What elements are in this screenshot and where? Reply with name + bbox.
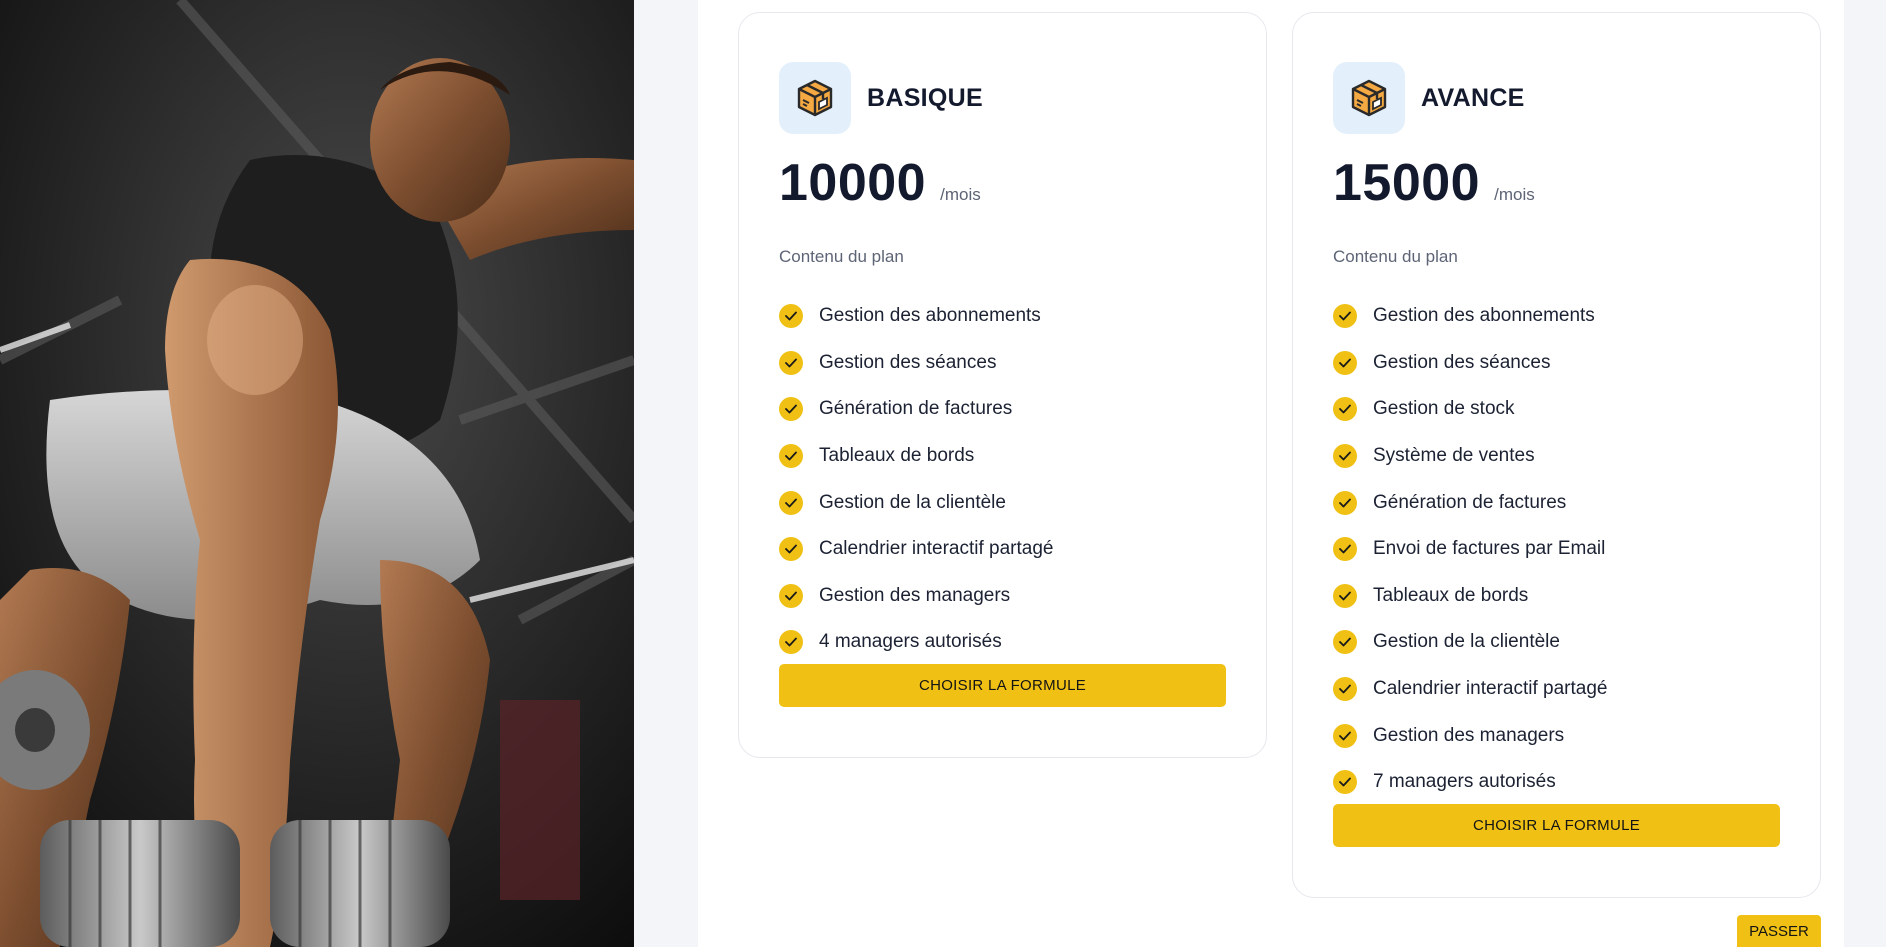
feature-text: Système de ventes <box>1373 445 1535 467</box>
check-icon <box>1333 630 1357 655</box>
plan-header: BASIQUE <box>779 62 983 134</box>
plan-price-row: 15000 /mois <box>1333 153 1535 213</box>
plan-price-row: 10000 /mois <box>779 153 981 213</box>
check-icon <box>779 304 803 329</box>
check-icon <box>1333 770 1357 795</box>
plan-header: AVANCE <box>1333 62 1525 134</box>
check-icon <box>1333 397 1357 422</box>
feature-text: Calendrier interactif partagé <box>819 538 1054 560</box>
plan-period: /mois <box>1494 185 1535 204</box>
check-icon <box>1333 490 1357 515</box>
check-icon <box>779 444 803 469</box>
list-item: Système de ventes <box>1333 433 1607 480</box>
list-item: Calendrier interactif partagé <box>1333 666 1607 713</box>
bodybuilder-photo <box>0 0 634 947</box>
plan-name: AVANCE <box>1421 83 1525 112</box>
list-item: Envoi de factures par Email <box>1333 526 1607 573</box>
list-item: Génération de factures <box>779 386 1053 433</box>
feature-text: Gestion des abonnements <box>1373 305 1595 327</box>
choose-plan-button-basique[interactable]: CHOISIR LA FORMULE <box>779 664 1226 707</box>
feature-text: Envoi de factures par Email <box>1373 538 1606 560</box>
list-item: Calendrier interactif partagé <box>779 526 1053 573</box>
list-item: Gestion des séances <box>1333 340 1607 387</box>
feature-text: Gestion des managers <box>819 584 1011 606</box>
feature-list: Gestion des abonnements Gestion des séan… <box>779 293 1053 666</box>
list-item: Gestion des abonnements <box>779 293 1053 340</box>
feature-text: Gestion de stock <box>1373 398 1515 420</box>
check-icon <box>779 630 803 655</box>
feature-list: Gestion des abonnements Gestion des séan… <box>1333 293 1607 806</box>
list-item: 7 managers autorisés <box>1333 759 1607 806</box>
list-item: Gestion de la clientèle <box>1333 619 1607 666</box>
feature-text: Tableaux de bords <box>1373 584 1529 606</box>
feature-text: Gestion des abonnements <box>819 305 1041 327</box>
skip-button[interactable]: PASSER <box>1737 915 1821 947</box>
list-item: Gestion des abonnements <box>1333 293 1607 340</box>
package-box-icon <box>1333 62 1405 134</box>
list-item: Gestion de stock <box>1333 386 1607 433</box>
plan-price: 10000 <box>779 154 927 212</box>
feature-text: Gestion de la clientèle <box>819 491 1006 513</box>
choose-plan-button-avance[interactable]: CHOISIR LA FORMULE <box>1333 804 1780 847</box>
plan-card-basique: BASIQUE 10000 /mois Contenu du plan Gest… <box>738 12 1267 758</box>
check-icon <box>1333 444 1357 469</box>
feature-text: Gestion de la clientèle <box>1373 631 1560 653</box>
feature-text: 7 managers autorisés <box>1373 771 1556 793</box>
check-icon <box>779 397 803 422</box>
check-icon <box>779 537 803 562</box>
plan-period: /mois <box>940 185 981 204</box>
feature-text: Gestion des managers <box>1373 724 1565 746</box>
check-icon <box>1333 677 1357 702</box>
pricing-section: BASIQUE 10000 /mois Contenu du plan Gest… <box>698 0 1844 947</box>
list-item: Gestion des séances <box>779 340 1053 387</box>
list-item: Gestion des managers <box>779 573 1053 620</box>
check-icon <box>1333 304 1357 329</box>
check-icon <box>1333 723 1357 748</box>
package-box-icon <box>779 62 851 134</box>
feature-text: Génération de factures <box>1373 491 1567 513</box>
list-item: Gestion de la clientèle <box>779 479 1053 526</box>
plan-card-avance: AVANCE 15000 /mois Contenu du plan Gesti… <box>1292 12 1821 898</box>
feature-text: Génération de factures <box>819 398 1013 420</box>
check-icon <box>779 350 803 375</box>
check-icon <box>1333 537 1357 562</box>
plan-content-label: Contenu du plan <box>1333 247 1458 266</box>
plan-content-label: Contenu du plan <box>779 247 904 266</box>
feature-text: Tableaux de bords <box>819 445 975 467</box>
check-icon <box>1333 583 1357 608</box>
feature-text: Calendrier interactif partagé <box>1373 678 1608 700</box>
list-item: Génération de factures <box>1333 479 1607 526</box>
plan-name: BASIQUE <box>867 83 984 112</box>
feature-text: Gestion des séances <box>819 351 997 373</box>
list-item: 4 managers autorisés <box>779 619 1053 666</box>
feature-text: Gestion des séances <box>1373 351 1551 373</box>
list-item: Gestion des managers <box>1333 712 1607 759</box>
check-icon <box>1333 350 1357 375</box>
list-item: Tableaux de bords <box>779 433 1053 480</box>
check-icon <box>779 583 803 608</box>
plan-price: 15000 <box>1333 154 1481 212</box>
feature-text: 4 managers autorisés <box>819 631 1002 653</box>
check-icon <box>779 490 803 515</box>
list-item: Tableaux de bords <box>1333 573 1607 620</box>
hero-photo <box>0 0 634 947</box>
